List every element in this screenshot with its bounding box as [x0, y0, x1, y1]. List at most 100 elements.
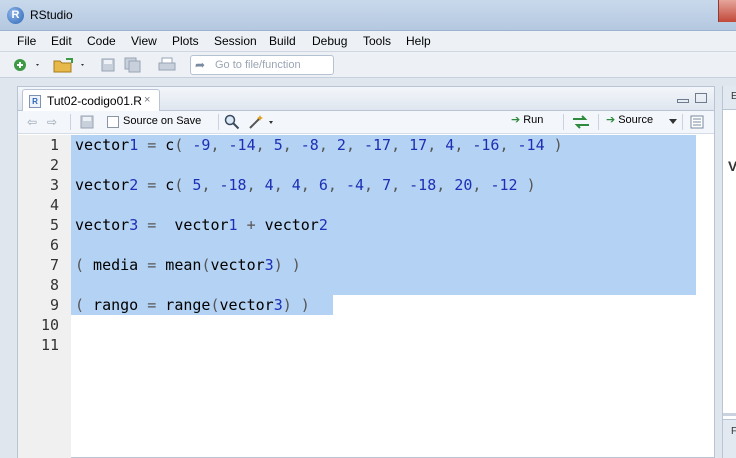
code-text: vector1 = c( -9, -14, 5, -8, 2, -17, 17,…	[75, 135, 563, 155]
line-number: 6	[49, 236, 59, 254]
identifier-token	[210, 176, 219, 194]
go-to-placeholder: Go to file/function	[215, 59, 301, 71]
r-file-icon: R	[29, 95, 41, 108]
menu-debug[interactable]: Debug	[312, 34, 347, 48]
menu-view[interactable]: View	[131, 34, 157, 48]
menu-build[interactable]: Build	[269, 34, 296, 48]
code-text: ( media = mean(vector3) )	[75, 255, 301, 275]
code-area[interactable]: 1 vector1 = c( -9, -14, 5, -8, 2, -17, 17…	[18, 135, 714, 458]
code-tools-wand-icon[interactable]	[248, 114, 276, 130]
identifier-token	[310, 176, 319, 194]
main-toolbar: ➦ Go to file/function	[0, 52, 736, 78]
code-text: vector2 = c( 5, -18, 4, 4, 6, -4, 7, -18…	[75, 175, 536, 195]
number-token: 1	[129, 136, 139, 154]
menu-edit[interactable]: Edit	[51, 34, 72, 48]
operator-token: ,	[436, 176, 446, 194]
number-token: -14	[228, 136, 256, 154]
identifier-token	[238, 216, 247, 234]
identifier-token: range	[156, 296, 211, 314]
number-token: -16	[472, 136, 500, 154]
rerun-icon[interactable]	[571, 115, 591, 129]
operator-token: =	[147, 216, 157, 234]
number-token: 1	[228, 216, 238, 234]
menu-plots[interactable]: Plots	[172, 34, 199, 48]
rstudio-logo-icon: R	[7, 7, 24, 24]
environment-tab-label[interactable]: E	[731, 91, 736, 102]
save-icon[interactable]	[100, 57, 116, 73]
forward-arrow-icon[interactable]: ⇨	[47, 115, 57, 129]
operator-token: )	[282, 296, 292, 314]
identifier-token: mean	[156, 256, 202, 274]
operator-token: ,	[391, 136, 401, 154]
source-button[interactable]: ➔ Source	[606, 113, 653, 126]
new-file-icon[interactable]	[12, 57, 42, 73]
print-icon[interactable]	[158, 57, 176, 73]
line-number: 5	[49, 216, 59, 234]
operator-token: )	[291, 256, 301, 274]
minimize-pane-icon[interactable]	[677, 99, 689, 103]
source-label: Source	[618, 114, 654, 126]
save-file-icon[interactable]	[80, 115, 94, 129]
separator	[682, 114, 683, 130]
operator-token: ,	[318, 136, 328, 154]
back-arrow-icon[interactable]: ⇦	[27, 115, 37, 129]
identifier-token	[265, 136, 274, 154]
pane-splitter[interactable]	[723, 413, 736, 416]
operator-token: ,	[345, 136, 355, 154]
environment-tab-strip: E	[723, 86, 736, 110]
line-number: 9	[49, 296, 59, 314]
code-text: vector3 = vector1 + vector2	[75, 215, 328, 235]
number-token: 3	[129, 216, 139, 234]
code-line: 3 vector2 = c( 5, -18, 4, 4, 6, -4, 7, -1…	[18, 175, 714, 195]
code-line: 7( media = mean(vector3) )	[18, 255, 714, 275]
files-pane-strip: F	[723, 419, 736, 458]
operator-token: ,	[454, 136, 464, 154]
menu-session[interactable]: Session	[214, 34, 257, 48]
save-all-icon[interactable]	[124, 57, 142, 73]
code-line: 5 vector3 = vector1 + vector2	[18, 215, 714, 235]
environment-header-label: V	[728, 158, 736, 174]
number-token: 2	[318, 216, 328, 234]
number-token: 17	[409, 136, 428, 154]
tab-close-icon[interactable]: ×	[144, 94, 150, 106]
code-line: 8	[18, 275, 714, 295]
environment-pane: E V F	[722, 86, 736, 458]
document-outline-icon[interactable]	[690, 115, 704, 129]
line-number: 11	[40, 336, 59, 354]
menu-tools[interactable]: Tools	[363, 34, 391, 48]
code-text: ( rango = range(vector3) )	[75, 295, 310, 315]
maximize-pane-icon[interactable]	[695, 93, 707, 103]
identifier-token	[138, 176, 147, 194]
menu-help[interactable]: Help	[406, 34, 431, 48]
operator-token: ,	[255, 136, 265, 154]
source-dropdown-chevron-icon[interactable]	[669, 119, 677, 125]
code-line: 9( rango = range(vector3) )	[18, 295, 714, 315]
identifier-token	[292, 296, 301, 314]
identifier-token: vector	[255, 216, 319, 234]
operator-token: ,	[327, 176, 337, 194]
source-editor-pane: R Tut02-codigo01.R × ⇦ ⇨ Source on Save …	[17, 86, 715, 458]
number-token: -18	[409, 176, 437, 194]
files-tab-label[interactable]: F	[731, 426, 736, 437]
number-token: 4	[291, 176, 301, 194]
identifier-token: vector	[210, 256, 265, 274]
identifier-token	[138, 216, 147, 234]
number-token: -4	[345, 176, 364, 194]
operator-token: =	[147, 136, 157, 154]
run-button[interactable]: ➔ Run	[511, 113, 543, 131]
number-token: -12	[490, 176, 518, 194]
number-token: 4	[264, 176, 274, 194]
source-on-save-checkbox[interactable]	[107, 116, 119, 128]
search-icon[interactable]	[224, 114, 240, 130]
operator-token: )	[300, 296, 310, 314]
close-window-button[interactable]	[718, 0, 736, 22]
operator-token: (	[75, 296, 85, 314]
code-line: 11	[18, 335, 714, 355]
number-token: 20	[454, 176, 473, 194]
source-on-save-label: Source on Save	[123, 115, 202, 127]
menu-code[interactable]: Code	[87, 34, 116, 48]
go-to-file-input[interactable]: ➦ Go to file/function	[190, 55, 334, 75]
menu-file[interactable]: File	[17, 34, 36, 48]
open-file-icon[interactable]	[52, 57, 88, 73]
editor-tab[interactable]: R Tut02-codigo01.R ×	[22, 89, 160, 112]
